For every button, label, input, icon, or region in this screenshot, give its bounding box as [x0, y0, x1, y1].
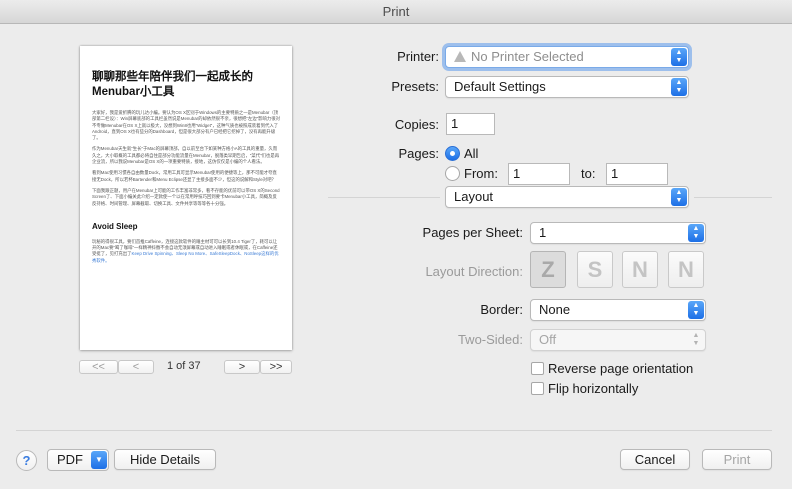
presets-value: Default Settings [454, 79, 546, 94]
popup-arrows-icon: ▲ ▼ [692, 332, 700, 347]
warning-icon [454, 51, 466, 62]
section-popup[interactable]: Layout ▲ ▼ [445, 186, 689, 208]
pages-to-field[interactable]: 1 [606, 163, 668, 185]
reverse-orientation-label: Reverse page orientation [548, 361, 694, 376]
footer-separator [16, 430, 772, 431]
popup-arrows-icon: ▲ ▼ [671, 188, 687, 206]
printer-value: No Printer Selected [471, 49, 584, 64]
printer-popup[interactable]: No Printer Selected ▲ ▼ [445, 46, 689, 68]
pages-from-label: From: [464, 166, 498, 181]
first-page-button[interactable]: << [79, 360, 118, 374]
pages-to-label: to: [581, 166, 596, 181]
pages-per-sheet-popup[interactable]: 1 ▲ ▼ [530, 222, 706, 244]
preview-paragraph: 看到Mac使用习惯各自由数量Dock，常用工具可显示Menubar使用的便捷等上… [92, 170, 277, 182]
last-page-button[interactable]: >> [260, 360, 292, 374]
previous-page-button[interactable]: < [118, 360, 154, 374]
hide-details-button[interactable]: Hide Details [114, 449, 216, 470]
separator [694, 197, 772, 198]
help-button[interactable]: ? [16, 450, 37, 471]
flip-horizontally-label: Flip horizontally [548, 381, 639, 396]
pages-all-radio[interactable] [445, 146, 460, 161]
presets-label: Presets: [391, 79, 439, 94]
border-popup[interactable]: None ▲ ▼ [530, 299, 706, 321]
two-sided-value: Off [539, 332, 557, 347]
pages-from-field[interactable]: 1 [508, 163, 570, 185]
page-indicator: 1 of 37 [167, 360, 201, 372]
preview-paragraph: 大家好，我是爱折腾的玩儿达小编。要认为OS X区别于Windows的主要特质之一… [92, 110, 281, 141]
copies-field[interactable]: 1 [446, 113, 495, 135]
preview-title: 聊聊那些年陪伴我们一起成长的Menubar小工具 [92, 71, 253, 98]
section-popup-value: Layout [454, 189, 494, 204]
popup-arrows-icon: ▲ ▼ [671, 78, 687, 96]
flip-horizontally-checkbox[interactable] [531, 382, 544, 395]
presets-popup[interactable]: Default Settings ▲ ▼ [445, 76, 689, 98]
print-dialog: Print 聊聊那些年陪伴我们一起成长的Menubar小工具 大家好，我是爱折腾… [0, 0, 792, 489]
preview-section-text: 玩秘的得很工具，要们首推Caffeine，连接这款软件的睡主材可可以长到10.4… [92, 239, 281, 264]
printer-label: Printer: [397, 49, 439, 64]
pdf-menu-button[interactable]: PDF ▼ [47, 449, 109, 471]
cancel-button[interactable]: Cancel [620, 449, 690, 470]
two-sided-popup[interactable]: Off ▲ ▼ [530, 329, 706, 351]
layout-direction-z-button[interactable]: Z [530, 251, 566, 288]
pages-per-sheet-value: 1 [539, 225, 547, 240]
pages-all-label: All [464, 146, 479, 161]
separator [328, 197, 440, 198]
pages-per-sheet-label: Pages per Sheet: [422, 225, 523, 240]
page-preview: 聊聊那些年陪伴我们一起成长的Menubar小工具 大家好，我是爱折腾的玩儿达小编… [80, 46, 292, 350]
popup-arrows-icon: ▲ ▼ [671, 48, 687, 66]
popup-arrows-icon: ▲ ▼ [688, 224, 704, 242]
popup-arrows-icon: ▲ ▼ [688, 301, 704, 319]
window-title: Print [0, 0, 792, 24]
reverse-orientation-checkbox[interactable] [531, 362, 544, 375]
layout-direction-n-reverse-button[interactable]: N [668, 251, 704, 288]
preview-paragraph: 作为Menubar天生就“生长”于Mac的屏幕顶部，自以前至台下如某种方格小A的… [92, 146, 280, 165]
border-label: Border: [480, 302, 523, 317]
pages-from-radio[interactable] [445, 166, 460, 181]
pdf-label: PDF [57, 452, 83, 467]
layout-direction-s-button[interactable]: S [577, 251, 613, 288]
next-page-button[interactable]: > [224, 360, 260, 374]
layout-direction-n-button[interactable]: N [622, 251, 658, 288]
copies-label: Copies: [394, 117, 439, 132]
border-value: None [539, 302, 571, 317]
pages-label: Pages: [398, 146, 439, 161]
preview-section-title: Avoid Sleep [92, 221, 138, 231]
print-button[interactable]: Print [702, 449, 772, 470]
layout-direction-label: Layout Direction: [425, 264, 523, 279]
chevron-down-icon: ▼ [91, 451, 107, 469]
two-sided-label: Two-Sided: [457, 332, 523, 347]
preview-paragraph: 下面我跟正题，用户在Menubar上可能的工作丰富非常多，看不存能的优前可以带O… [92, 187, 280, 206]
